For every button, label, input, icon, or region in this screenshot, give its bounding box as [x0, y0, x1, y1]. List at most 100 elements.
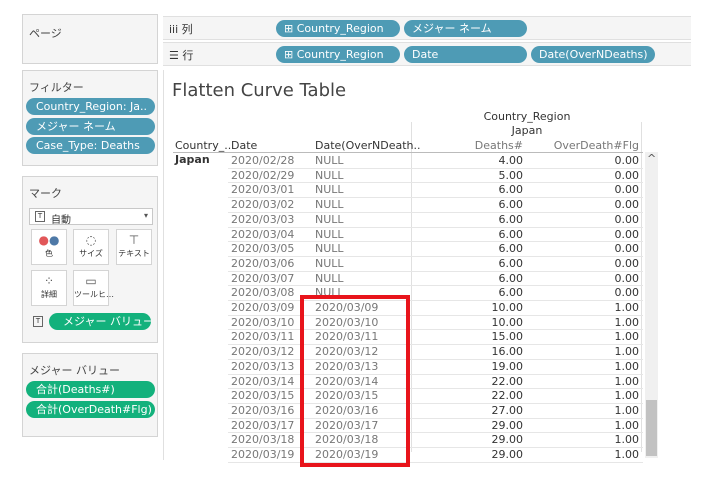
cell-deaths: 6.00 [498, 198, 524, 212]
cell-date: 2020/03/19 [231, 448, 295, 461]
vertical-scrollbar[interactable]: ^ [645, 152, 658, 458]
plus-icon: ⊞ [284, 22, 294, 35]
cell-flg: 0.00 [614, 271, 640, 285]
plus-icon: ⊞ [284, 48, 294, 61]
cell-date: 2020/02/28 [231, 154, 295, 167]
col-header-deaths[interactable]: Deaths# [440, 139, 523, 152]
cell-date: 2020/03/14 [231, 374, 295, 388]
filter-pill-country[interactable]: Country_Region: Ja.. [26, 98, 155, 115]
col-header-date[interactable]: Date [231, 139, 257, 152]
cell-deaths: 19.00 [491, 359, 524, 373]
mark-type-dropdown[interactable]: T 自動 ▾ [29, 208, 153, 226]
text-button[interactable]: ⊤ テキスト [116, 229, 152, 265]
cell-date-over: NULL [315, 183, 344, 197]
filter-pill-measure-names[interactable]: メジャー ネーム [26, 118, 155, 135]
cell-flg: 0.00 [614, 286, 640, 300]
measure-pill-overdeath-flg[interactable]: 合計(OverDeath#Flg) [26, 401, 155, 418]
cell-date: 2020/03/06 [231, 256, 295, 270]
cell-deaths: 15.00 [491, 330, 524, 344]
cell-deaths: 16.00 [491, 345, 524, 359]
cell-date-over: NULL [315, 227, 344, 241]
measure-values-card: メジャー バリュー 合計(Deaths#) 合計(OverDeath#Flg) [22, 353, 158, 437]
cell-deaths: 22.00 [491, 374, 524, 388]
mark-type-value: 自動 [51, 215, 71, 226]
cell-deaths: 6.00 [498, 183, 524, 197]
cell-date: 2020/03/11 [231, 330, 295, 344]
cell-deaths: 5.00 [498, 168, 524, 182]
marks-measure-values-pill[interactable]: メジャー バリュー [49, 313, 151, 330]
cell-deaths: 29.00 [491, 418, 524, 432]
rows-pill-date-overndeaths[interactable]: Date(OverNDeaths) [531, 46, 655, 63]
text-icon: ⊤ [128, 233, 140, 247]
detail-icon: ⁘ [43, 274, 55, 288]
header-divider [173, 152, 643, 153]
cell-date: 2020/03/17 [231, 418, 295, 432]
scroll-up-icon[interactable]: ^ [647, 152, 656, 165]
cell-flg: 1.00 [614, 315, 640, 329]
text-mark-icon: T [35, 211, 45, 222]
cell-flg: 0.00 [614, 256, 640, 270]
header-japan: Japan [511, 124, 543, 137]
cell-date: 2020/03/05 [231, 242, 295, 256]
detail-button[interactable]: ⁘ 詳細 [31, 270, 67, 306]
size-button[interactable]: ◌ サイズ [73, 229, 109, 265]
filters-card: フィルター Country_Region: Ja.. メジャー ネーム Case… [22, 70, 158, 166]
filter-pill-case-type[interactable]: Case_Type: Deaths [26, 137, 155, 154]
pages-title: ページ [29, 27, 62, 40]
cell-flg: 0.00 [614, 212, 640, 226]
columns-shelf[interactable]: iii 列 ⊞ Country_Region メジャー ネーム [163, 16, 691, 40]
cell-date: 2020/03/15 [231, 389, 295, 403]
cell-deaths: 22.00 [491, 389, 524, 403]
columns-pill-measure-names[interactable]: メジャー ネーム [404, 20, 527, 37]
color-icon: ●● [38, 233, 60, 247]
row-header-japan: Japan [175, 153, 210, 166]
cell-date-over: NULL [315, 212, 344, 226]
cell-flg: 1.00 [614, 330, 640, 344]
filters-title: フィルター [29, 81, 84, 94]
col-header-flg[interactable]: OverDeath#Flg [540, 139, 639, 152]
columns-shelf-label: iii 列 [169, 23, 193, 36]
col-header-country[interactable]: Country_.. [175, 139, 231, 152]
cell-date-over: NULL [315, 271, 344, 285]
cell-date: 2020/03/18 [231, 433, 295, 447]
cell-flg: 1.00 [614, 418, 640, 432]
text-mark-icon: T [33, 316, 43, 327]
cell-date: 2020/03/09 [231, 301, 295, 314]
scrollbar-thumb[interactable] [646, 400, 657, 456]
rows-pill-country[interactable]: ⊞ Country_Region [276, 46, 400, 63]
cell-deaths: 6.00 [498, 227, 524, 241]
highlight-box [300, 295, 410, 467]
cell-flg: 0.00 [614, 183, 640, 197]
cell-date: 2020/03/03 [231, 212, 295, 226]
view-title: Flatten Curve Table [172, 80, 347, 101]
cell-deaths: 6.00 [498, 286, 524, 300]
cell-date: 2020/03/12 [231, 345, 295, 359]
measure-pill-deaths[interactable]: 合計(Deaths#) [26, 381, 155, 398]
cell-date: 2020/03/16 [231, 403, 295, 417]
cell-date: 2020/03/07 [231, 271, 295, 285]
color-button[interactable]: ●● 色 [31, 229, 67, 265]
cell-date-over: NULL [315, 168, 344, 182]
cell-date-over: NULL [315, 256, 344, 270]
cell-flg: 0.00 [614, 198, 640, 212]
cell-date: 2020/03/10 [231, 315, 295, 329]
cell-date: 2020/03/04 [231, 227, 295, 241]
row-divider [228, 461, 643, 463]
rows-pill-date[interactable]: Date [404, 46, 527, 63]
columns-pill-country[interactable]: ⊞ Country_Region [276, 20, 400, 37]
col-header-date-over[interactable]: Date(OverNDeath.. [315, 139, 421, 152]
rows-shelf[interactable]: ☰ 行 ⊞ Country_Region Date Date(OverNDeat… [163, 42, 691, 66]
cell-deaths: 6.00 [498, 242, 524, 256]
header-country-region: Country_Region [483, 110, 571, 123]
tooltip-button[interactable]: ▭ ツールヒ… [73, 270, 114, 306]
cell-flg: 1.00 [614, 359, 640, 373]
rows-icon: ☰ [169, 49, 179, 62]
cell-flg: 0.00 [614, 242, 640, 256]
cell-date-over: NULL [315, 154, 344, 167]
cell-deaths: 10.00 [491, 315, 524, 329]
pages-card[interactable]: ページ [22, 14, 158, 64]
cell-flg: 1.00 [614, 301, 640, 314]
cell-date: 2020/02/29 [231, 168, 295, 182]
cell-deaths: 4.00 [498, 154, 524, 167]
rows-shelf-label: ☰ 行 [169, 49, 194, 62]
